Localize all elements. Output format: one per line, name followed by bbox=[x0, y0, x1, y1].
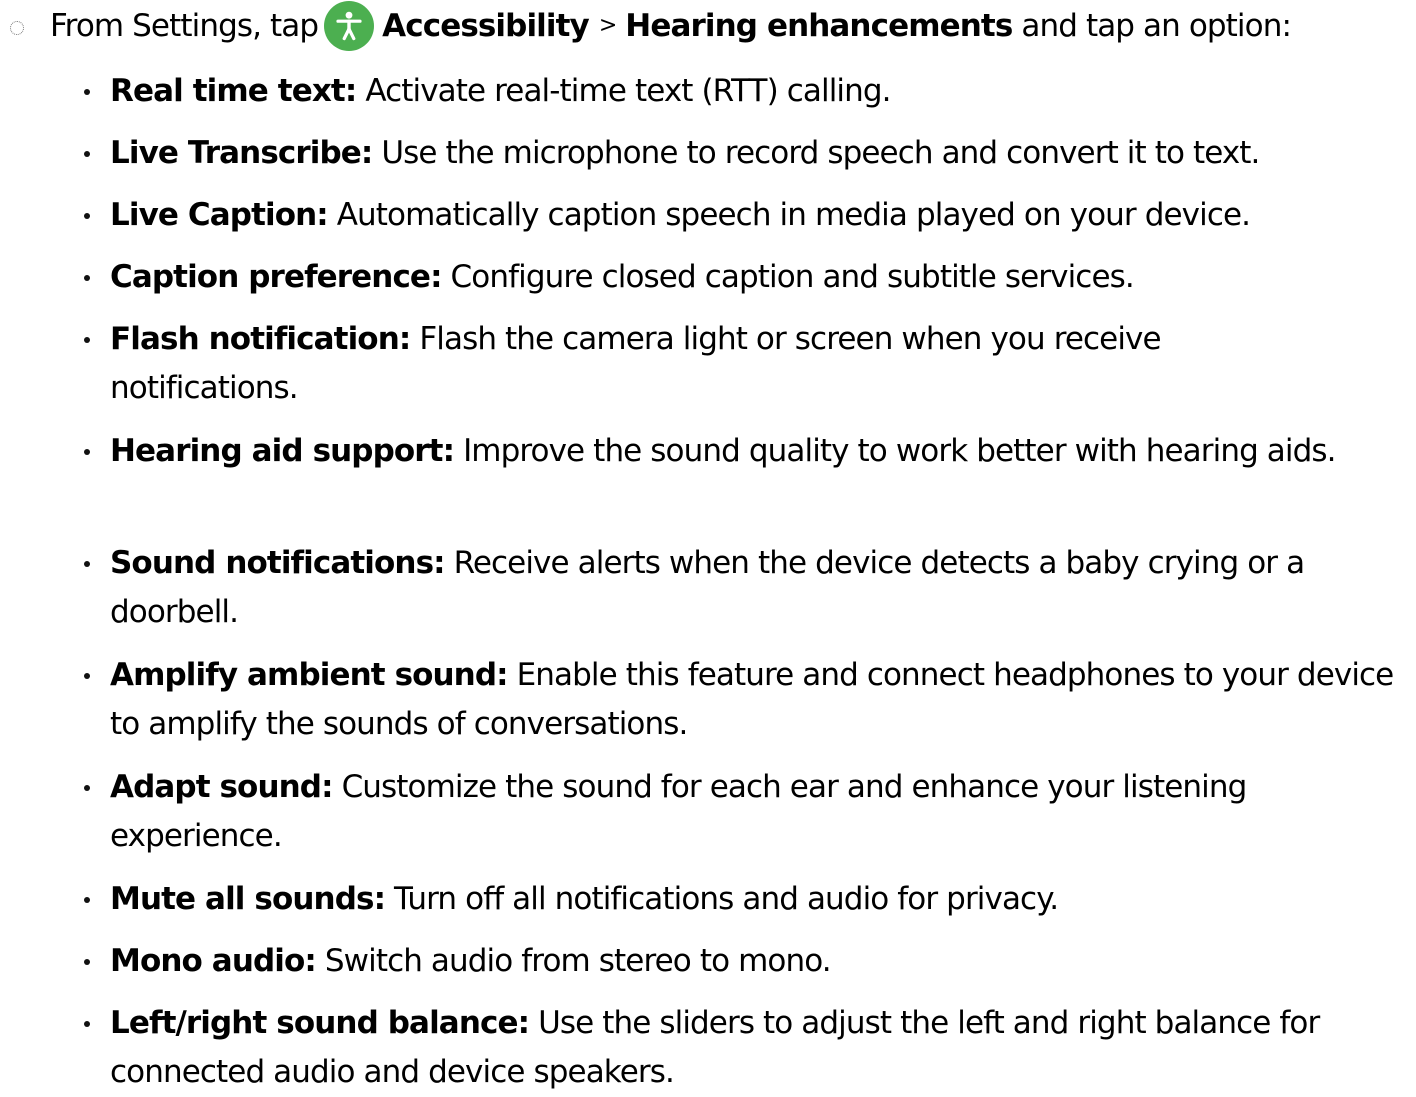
option-live-transcribe: Live Transcribe: Use the microphone to r… bbox=[84, 129, 1410, 178]
option-adapt-sound: Adapt sound: Customize the sound for eac… bbox=[84, 763, 1385, 861]
option-term: Sound notifications bbox=[110, 545, 434, 581]
instruction-tail: and tap an option: bbox=[1021, 8, 1292, 44]
option-term: Live Transcribe bbox=[110, 135, 362, 171]
option-live-caption: Live Caption: Automatically caption spee… bbox=[84, 191, 1410, 240]
option-description: Automatically caption speech in media pl… bbox=[336, 197, 1251, 233]
option-amplify-ambient-sound: Amplify ambient sound: Enable this featu… bbox=[84, 651, 1410, 749]
option-term: Amplify ambient sound bbox=[110, 657, 497, 693]
option-left-right-sound-balance: Left/right sound balance: Use the slider… bbox=[84, 999, 1375, 1097]
step-marker-icon bbox=[10, 21, 24, 35]
option-term: Adapt sound bbox=[110, 769, 322, 805]
document-page: From Settings, tap Accessibility > Heari… bbox=[0, 0, 1416, 1091]
option-description: Activate real-time text (RTT) calling. bbox=[365, 73, 891, 109]
option-term: Real time text bbox=[110, 73, 346, 109]
option-term: Caption preference bbox=[110, 259, 431, 295]
option-description: Improve the sound quality to work better… bbox=[463, 433, 1336, 469]
option-term: Flash notification bbox=[110, 321, 400, 357]
option-description: Turn off all notifications and audio for… bbox=[394, 881, 1059, 917]
option-real-time-text: Real time text: Activate real-time text … bbox=[84, 67, 1410, 116]
option-term: Live Caption bbox=[110, 197, 317, 233]
option-mute-all-sounds: Mute all sounds: Turn off all notificati… bbox=[84, 875, 1410, 924]
option-flash-notification: Flash notification: Flash the camera lig… bbox=[84, 315, 1270, 413]
path-separator: > bbox=[598, 12, 618, 38]
option-description: Use the microphone to record speech and … bbox=[381, 135, 1260, 171]
instruction-step: From Settings, tap Accessibility > Heari… bbox=[10, 0, 1292, 52]
option-description: Configure closed caption and subtitle se… bbox=[450, 259, 1135, 295]
option-sound-notifications: Sound notifications: Receive alerts when… bbox=[84, 539, 1400, 637]
option-hearing-aid-support: Hearing aid support: Improve the sound q… bbox=[84, 427, 1370, 476]
option-term: Hearing aid support bbox=[110, 433, 443, 469]
option-caption-preference: Caption preference: Configure closed cap… bbox=[84, 253, 1410, 302]
instruction-lead: From Settings, tap bbox=[50, 8, 319, 44]
option-term: Mute all sounds bbox=[110, 881, 374, 917]
option-term: Left/right sound balance bbox=[110, 1005, 518, 1041]
option-term: Mono audio bbox=[110, 943, 305, 979]
accessibility-person-icon bbox=[324, 1, 375, 51]
menu-path-accessibility: Accessibility bbox=[382, 8, 590, 44]
menu-path-hearing-enhancements: Hearing enhancements bbox=[625, 8, 1013, 44]
option-description: Switch audio from stereo to mono. bbox=[324, 943, 832, 979]
option-mono-audio: Mono audio: Switch audio from stereo to … bbox=[84, 937, 1410, 986]
